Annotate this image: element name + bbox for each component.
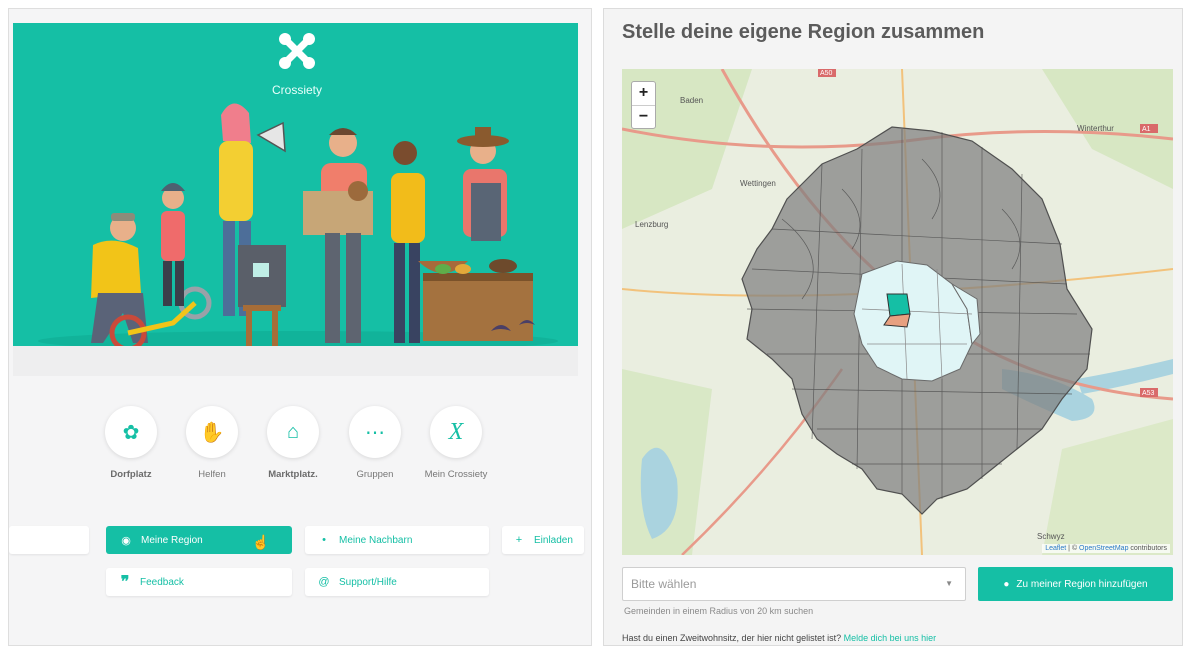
menu-button-left-cut[interactable] xyxy=(9,526,89,554)
tile-label: Mein Crossiety xyxy=(424,469,488,480)
support-label: Support/Hilfe xyxy=(339,576,397,588)
meine-region-label: Meine Region xyxy=(141,534,203,546)
region-map[interactable]: Winterthur Baden Wettingen Lenzburg Schwyz A5… xyxy=(622,69,1173,555)
map-canvas: Winterthur Baden Wettingen Lenzburg Schwyz A5… xyxy=(622,69,1173,555)
neighbors-icon: • xyxy=(322,534,326,546)
map-place-label: Schwyz xyxy=(1037,532,1065,541)
einladen-button[interactable]: + Einladen xyxy=(502,526,584,554)
second-residence-note: Hast du einen Zweitwohnsitz, der hier ni… xyxy=(622,633,936,643)
road-shield: A1 xyxy=(1140,124,1158,133)
meine-nachbarn-label: Meine Nachbarn xyxy=(339,534,413,546)
map-place-label: Winterthur xyxy=(1077,124,1114,133)
add-to-region-button[interactable]: ● Zu meiner Region hinzufügen xyxy=(978,567,1173,601)
leaflet-link[interactable]: Leaflet xyxy=(1045,545,1066,552)
tile-label: Marktplatz. xyxy=(268,469,318,480)
zoom-controls: + − xyxy=(631,81,656,129)
dorfplatz-flower-icon: ✿ xyxy=(105,406,157,458)
invite-icon: + xyxy=(515,534,523,546)
zoom-in-button[interactable]: + xyxy=(632,82,655,106)
tile-gruppen[interactable]: ⋯ Gruppen xyxy=(335,406,415,481)
zoom-out-button[interactable]: − xyxy=(632,106,655,129)
groups-icon: ⋯ xyxy=(349,406,401,458)
app-screen-panel: Crossiety ✿ Dorfplatz ✋ Helfen ⌂ Marktpl… xyxy=(8,8,592,646)
attrib-separator: | © xyxy=(1066,545,1080,552)
road-shield: A50 xyxy=(818,69,836,77)
basket-icon: ⌂ xyxy=(267,406,319,458)
support-button[interactable]: @ Support/Hilfe xyxy=(305,568,489,596)
osm-link[interactable]: OpenStreetMap xyxy=(1079,545,1128,552)
location-target-icon: ◉ xyxy=(121,534,131,547)
map-attribution: Leaflet | © OpenStreetMap contributors xyxy=(1042,544,1170,553)
municipality-select[interactable]: Bitte wählen ▼ xyxy=(622,567,966,601)
hero-illustration xyxy=(13,23,578,346)
report-link[interactable]: Melde dich bei uns hier xyxy=(844,633,937,643)
tile-mein-crossiety[interactable]: X Mein Crossiety xyxy=(416,406,496,481)
community-people-illustration xyxy=(38,103,558,346)
feature-tiles: ✿ Dorfplatz ✋ Helfen ⌂ Marktplatz. ⋯ Gru… xyxy=(105,406,487,496)
svg-text:A1: A1 xyxy=(1142,126,1151,133)
crossiety-x-icon: X xyxy=(430,406,482,458)
page-title: Stelle deine eigene Region zusammen xyxy=(622,21,985,43)
at-icon: @ xyxy=(318,576,330,588)
meine-region-button[interactable]: ◉ Meine Region ☝ xyxy=(106,526,292,554)
select-placeholder: Bitte wählen xyxy=(631,577,697,591)
radius-search-help: Gemeinden in einem Radius von 20 km such… xyxy=(624,606,814,616)
tile-helfen[interactable]: ✋ Helfen xyxy=(172,406,252,481)
road-shield: A53 xyxy=(1140,388,1158,397)
add-to-region-label: Zu meiner Region hinzufügen xyxy=(1016,578,1148,590)
brand-name: Crossiety xyxy=(271,83,322,97)
hand-cursor-icon: ☝ xyxy=(252,534,270,550)
tile-dorfplatz[interactable]: ✿ Dorfplatz xyxy=(91,406,171,481)
feedback-label: Feedback xyxy=(140,576,184,588)
einladen-label: Einladen xyxy=(534,534,573,546)
region-builder-panel: Stelle deine eigene Region zusammen Wint… xyxy=(603,8,1183,646)
tile-label: Helfen xyxy=(198,469,226,480)
tile-marktplatz[interactable]: ⌂ Marktplatz. xyxy=(253,406,333,481)
helping-hand-icon: ✋ xyxy=(186,406,238,458)
feedback-button[interactable]: ❞ Feedback xyxy=(106,568,292,596)
map-pin-icon: ● xyxy=(1003,578,1010,590)
meine-nachbarn-button[interactable]: • Meine Nachbarn xyxy=(305,526,489,554)
attrib-tail: contributors xyxy=(1128,545,1167,552)
illustration-ground xyxy=(13,346,578,376)
quote-icon: ❞ xyxy=(120,574,130,591)
tile-label: Dorfplatz xyxy=(110,469,152,480)
map-place-label: Wettingen xyxy=(740,179,776,188)
map-place-label: Lenzburg xyxy=(635,220,668,229)
svg-text:A50: A50 xyxy=(820,70,833,77)
crossiety-logo-icon xyxy=(277,31,317,71)
chevron-down-icon: ▼ xyxy=(945,579,953,588)
tile-label: Gruppen xyxy=(356,469,394,480)
footer-text: Hast du einen Zweitwohnsitz, der hier ni… xyxy=(622,633,844,643)
svg-text:A53: A53 xyxy=(1142,390,1155,397)
map-place-label: Baden xyxy=(680,96,703,105)
